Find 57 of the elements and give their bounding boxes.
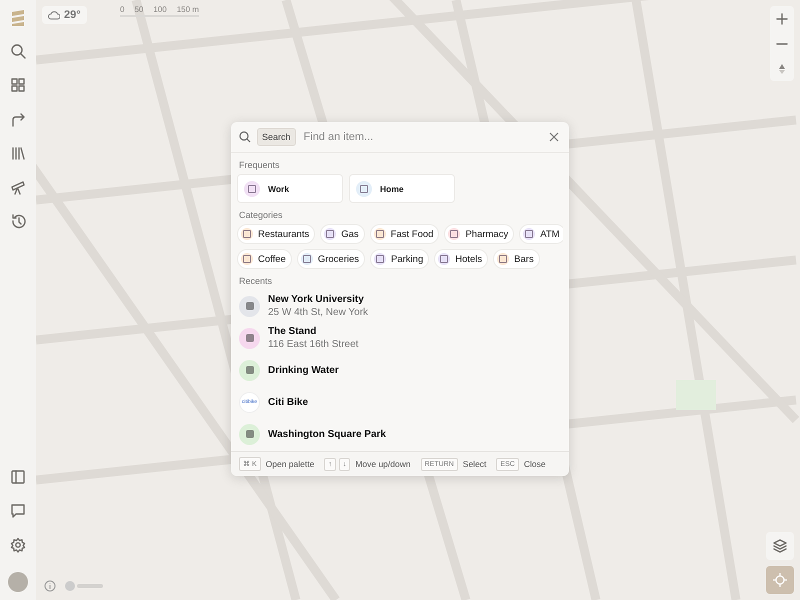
grid-icon (10, 77, 26, 93)
place-name: Citi Bike (268, 396, 308, 408)
close-icon (549, 132, 559, 142)
place-name: The Stand (268, 326, 318, 337)
recent-item[interactable]: Drinking Water (237, 354, 563, 386)
category-chip[interactable]: Bars (493, 249, 540, 269)
telescope-icon (10, 179, 26, 195)
plus-icon (776, 12, 788, 24)
cloud-icon (48, 10, 60, 20)
library-icon (10, 145, 26, 161)
place-name: Drinking Water (268, 364, 339, 376)
section-title: Categories (239, 210, 284, 220)
category-chip[interactable]: Restaurants (237, 224, 316, 244)
recent-item[interactable]: New York University 25 W 4th St, New York (237, 290, 563, 322)
search-field[interactable]: Find an item... (302, 129, 541, 145)
recent-item[interactable]: The Stand 116 East 16th Street (237, 322, 563, 354)
chat-icon (10, 503, 26, 519)
compass-icon (776, 62, 788, 74)
turn-arrow-icon (10, 111, 26, 127)
place-name: Washington Square Park (268, 428, 386, 440)
frequent-place-button[interactable]: Home (349, 174, 455, 203)
category-chip[interactable]: Fast Food (370, 224, 440, 244)
search-icon (10, 43, 26, 59)
section-title: Recents (239, 276, 274, 286)
category-chip[interactable]: Gas (320, 224, 365, 244)
layers-icon (772, 538, 788, 554)
section-title: Frequents (239, 160, 281, 170)
hint-label: Select (462, 459, 486, 469)
place-address: 25 W 4th St, New York (268, 307, 368, 318)
info-icon (44, 580, 56, 592)
category-chip[interactable]: Pharmacy (444, 224, 514, 244)
category-chip[interactable]: Hotels (434, 249, 488, 269)
search-tag: Search (257, 128, 296, 146)
scale-label: 150 m (176, 5, 199, 14)
panel-icon (10, 469, 26, 485)
frequent-place-button[interactable]: Work (237, 174, 343, 203)
hint-label: Move up/down (355, 459, 411, 469)
category-chip[interactable]: Groceries (296, 249, 366, 269)
category-chip[interactable]: Parking (370, 249, 430, 269)
hint-label: Open palette (266, 459, 314, 469)
crosshair-icon (772, 572, 788, 588)
close-button[interactable] (547, 130, 561, 144)
hint-label: Close (524, 459, 546, 469)
logo-icon (10, 8, 26, 28)
history-icon (10, 213, 26, 229)
scale-label: 100 (153, 5, 167, 14)
recent-item[interactable]: Washington Square Park (237, 418, 563, 450)
scale-label: 0 (120, 5, 124, 14)
search-icon (239, 131, 251, 143)
settings-icon (10, 537, 26, 553)
category-chip[interactable]: Coffee (237, 249, 292, 269)
place-name: New York University (268, 294, 365, 305)
scale-label: 50 (134, 5, 144, 14)
category-chip[interactable]: ATM (519, 224, 563, 244)
temperature: 29° (64, 9, 81, 21)
place-address: 116 East 16th Street (268, 339, 358, 350)
layers-button[interactable] (766, 532, 794, 560)
